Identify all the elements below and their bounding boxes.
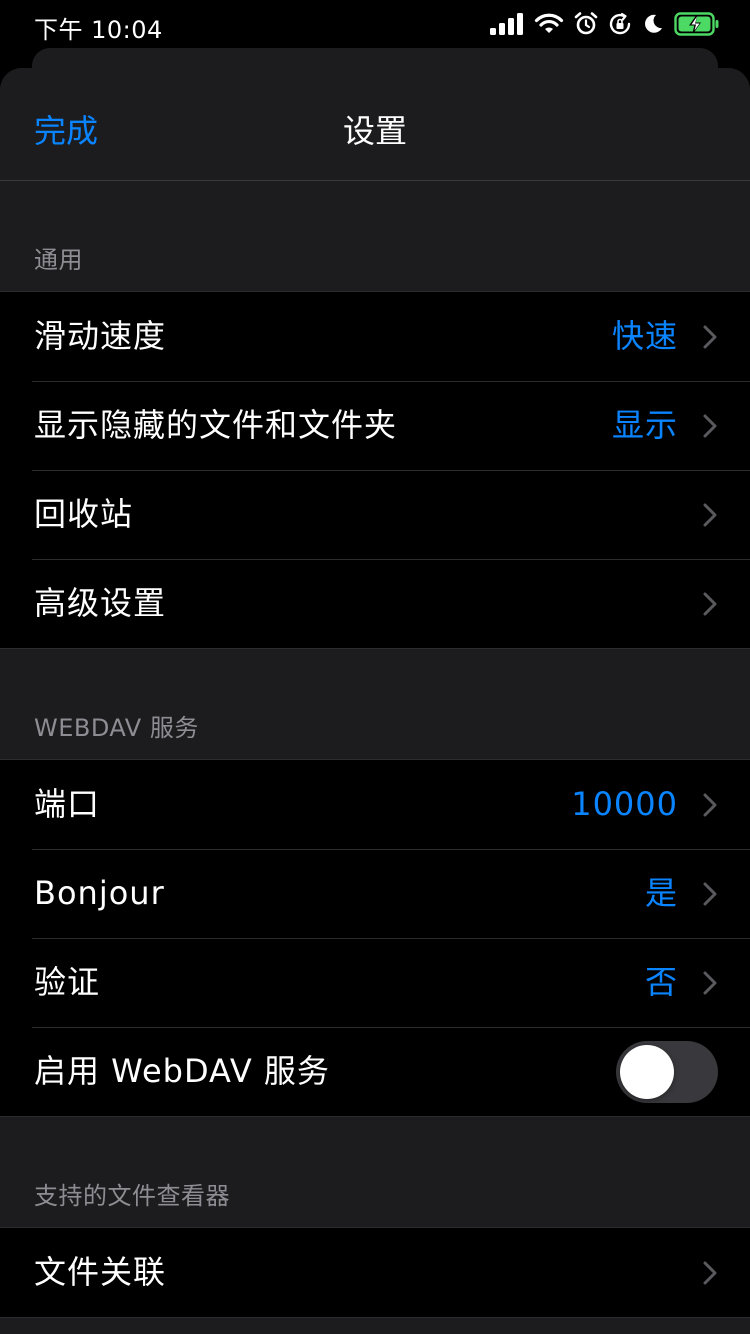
row-value: 快速 [611,317,678,355]
row-label: 高级设置 [34,584,167,622]
row-value: 是 [644,874,678,912]
row-label: Bonjour [34,874,165,912]
alarm-icon [574,12,598,35]
chevron-right-icon [703,793,717,817]
section-header-viewers: 支持的文件查看器 [0,1117,750,1227]
wifi-icon [534,13,564,33]
row-recycle-bin[interactable]: 回收站 [0,470,750,559]
cellular-signal-icon [490,13,523,35]
section-header-label: WEBDAV 服务 [34,714,199,742]
row-show-hidden-files[interactable]: 显示隐藏的文件和文件夹 显示 [0,381,750,470]
row-scroll-speed[interactable]: 滑动速度 快速 [0,292,750,381]
status-time: 下午 10:04 [34,16,163,44]
section-header-general: 通用 [0,181,750,291]
row-label: 文件关联 [34,1253,167,1291]
row-label: 滑动速度 [34,317,167,355]
chevron-right-icon [703,882,717,906]
row-label: 回收站 [34,495,134,533]
row-enable-webdav: 启用 WebDAV 服务 [0,1027,750,1116]
chevron-right-icon [703,325,717,349]
viewers-group: 文件关联 [0,1227,750,1318]
toggle-knob [620,1045,674,1099]
orientation-lock-icon [609,12,631,35]
row-value: 10000 [571,785,678,823]
row-advanced-settings[interactable]: 高级设置 [0,559,750,648]
chevron-right-icon [703,414,717,438]
enable-webdav-toggle[interactable] [616,1041,718,1103]
chevron-right-icon [703,503,717,527]
status-icons [490,11,720,37]
settings-sheet: 完成 设置 通用 滑动速度 快速 显示隐藏的文件和文件夹 显示 回收站 高级设置… [0,68,750,1334]
row-label: 启用 WebDAV 服务 [34,1052,330,1090]
row-label: 端口 [34,785,101,823]
row-bonjour[interactable]: Bonjour 是 [0,849,750,938]
chevron-right-icon [703,592,717,616]
row-label: 验证 [34,963,101,1001]
row-label: 显示隐藏的文件和文件夹 [34,406,398,444]
row-authentication[interactable]: 验证 否 [0,938,750,1027]
moon-icon [645,14,662,33]
webdav-group: 端口 10000 Bonjour 是 验证 否 启用 WebDAV 服务 [0,759,750,1117]
page-title: 设置 [342,112,407,150]
chevron-right-icon [703,1261,717,1285]
row-value: 否 [644,963,678,1001]
general-group: 滑动速度 快速 显示隐藏的文件和文件夹 显示 回收站 高级设置 [0,291,750,649]
section-header-label: 支持的文件查看器 [34,1182,230,1210]
section-header-webdav: WEBDAV 服务 [0,649,750,759]
status-bar: 下午 10:04 [0,0,750,48]
row-file-associations[interactable]: 文件关联 [0,1228,750,1317]
settings-screen: 下午 10:04 完成 设置 通用 滑动速度 快速 显示隐藏的文件和文件夹 显示… [0,0,750,1334]
section-header-label: 通用 [34,246,83,274]
row-port[interactable]: 端口 10000 [0,760,750,849]
battery-charging-icon [674,12,719,36]
navigation-bar: 完成 设置 [0,68,750,181]
row-value: 显示 [611,406,678,444]
chevron-right-icon [703,971,717,995]
